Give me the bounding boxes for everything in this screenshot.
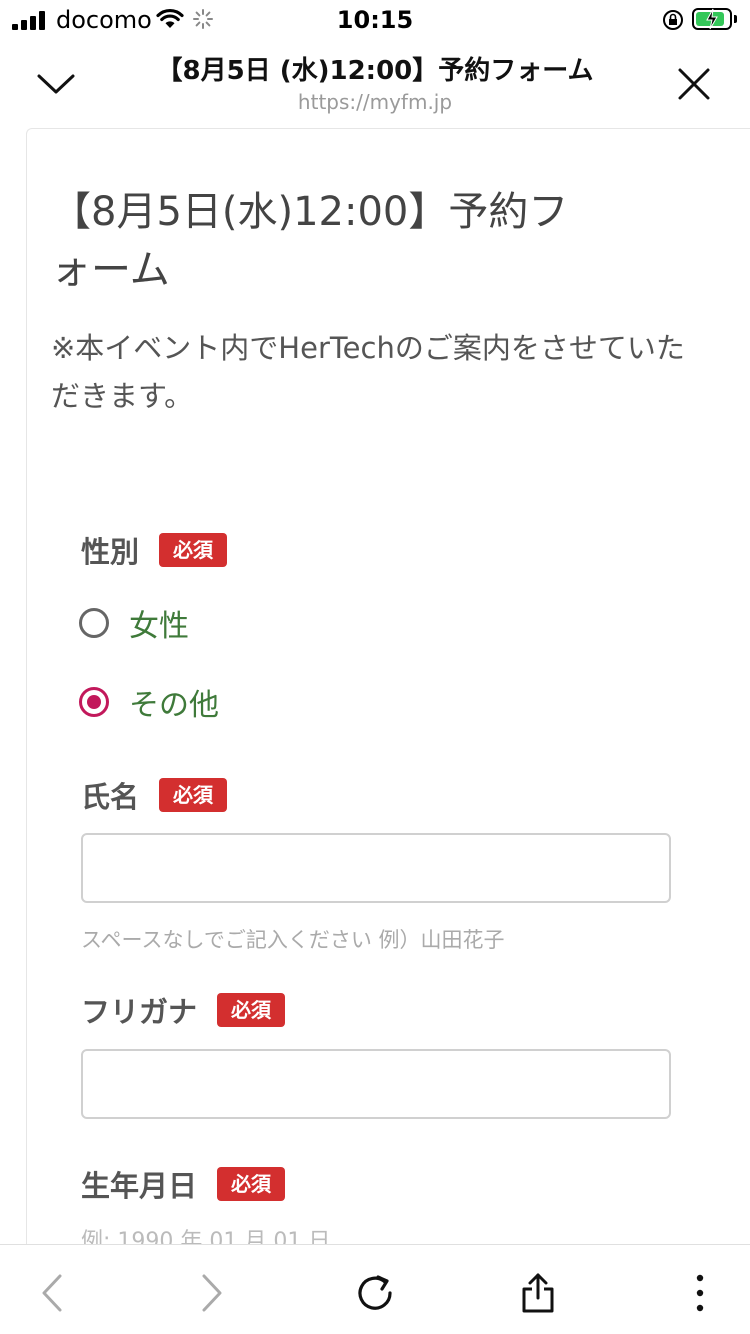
forward-button[interactable] (184, 1265, 240, 1321)
gender-option-other[interactable]: その他 (79, 680, 219, 724)
gender-field-label: 性別 必須 (81, 529, 228, 571)
status-time: 10:15 (336, 6, 414, 34)
reload-button[interactable] (347, 1265, 403, 1321)
birthdate-example: 例: 1990 年 01 月 01 日 (81, 1229, 331, 1244)
browser-header: 【8月5日 (水)12:00】予約フォーム https://myfm.jp (0, 40, 750, 128)
share-button[interactable] (510, 1265, 566, 1321)
required-badge: 必須 (217, 1167, 286, 1201)
more-icon (696, 1274, 704, 1312)
close-icon (678, 68, 710, 100)
more-button[interactable] (672, 1265, 728, 1321)
chevron-down-icon (37, 74, 75, 94)
required-badge: 必須 (217, 993, 286, 1027)
screen: docomo 10:15 【8月5日 (水)12:00】予約フォーム https… (0, 0, 750, 1334)
form-description: ※本イベント内でHerTechのご案内をさせていただきます。 (51, 331, 685, 413)
battery-icon (692, 8, 732, 30)
browser-url[interactable]: https://myfm.jp (120, 90, 630, 114)
share-icon (522, 1273, 554, 1313)
status-bar: docomo 10:15 (0, 0, 750, 40)
battery-tip (734, 15, 737, 23)
reload-icon (358, 1275, 392, 1310)
gender-label: 性別 (81, 535, 140, 569)
forward-icon (202, 1274, 222, 1312)
orientation-lock-icon (663, 10, 683, 30)
collapse-button[interactable] (26, 54, 86, 114)
browser-page-title: 【8月5日 (水)12:00】予約フォーム (156, 56, 594, 86)
form-title: 【8月5日(水)12:00】予約フォーム (51, 189, 569, 293)
gender-option-label: その他 (129, 688, 219, 723)
name-input[interactable] (81, 833, 671, 903)
birthdate-label: 生年月日 (81, 1169, 198, 1203)
required-badge: 必須 (159, 533, 228, 567)
required-badge: 必須 (159, 778, 228, 812)
name-label: 氏名 (81, 780, 140, 814)
page-content: 【8月5日(水)12:00】予約フォーム ※本イベント内でHerTechのご案内… (0, 128, 750, 1244)
gender-option-label: 女性 (129, 609, 189, 644)
back-icon (42, 1274, 62, 1312)
radio-button-selected[interactable] (79, 687, 109, 717)
name-field-label: 氏名 必須 (81, 774, 228, 816)
browser-toolbar (0, 1244, 750, 1334)
name-help-text: スペースなしでご記入ください 例）山田花子 (81, 928, 505, 952)
gender-option-female[interactable]: 女性 (79, 601, 189, 645)
form-card: 【8月5日(水)12:00】予約フォーム ※本イベント内でHerTechのご案内… (26, 128, 750, 1244)
furigana-field-label: フリガナ 必須 (81, 989, 286, 1031)
radio-button[interactable] (79, 608, 109, 638)
furigana-label: フリガナ (81, 995, 198, 1029)
close-button[interactable] (664, 54, 724, 114)
furigana-input[interactable] (81, 1049, 671, 1119)
birthdate-field-label: 生年月日 必須 (81, 1163, 286, 1205)
back-button[interactable] (24, 1265, 80, 1321)
